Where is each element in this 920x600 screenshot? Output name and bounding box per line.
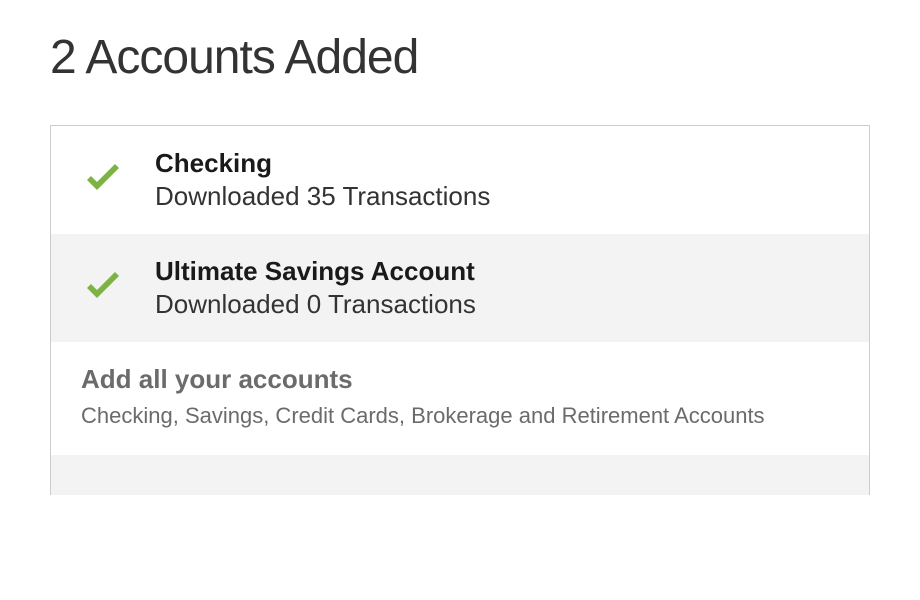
account-status: Downloaded 35 Transactions — [155, 181, 490, 212]
checkmark-icon — [81, 264, 125, 313]
account-info: Ultimate Savings Account Downloaded 0 Tr… — [155, 256, 476, 320]
panel-strip — [51, 455, 869, 495]
account-name: Ultimate Savings Account — [155, 256, 476, 287]
page-title: 2 Accounts Added — [50, 30, 870, 85]
account-info: Checking Downloaded 35 Transactions — [155, 148, 490, 212]
account-row: Ultimate Savings Account Downloaded 0 Tr… — [51, 234, 869, 342]
checkmark-icon — [81, 156, 125, 205]
account-row: Checking Downloaded 35 Transactions — [51, 126, 869, 234]
accounts-panel: Checking Downloaded 35 Transactions Ulti… — [50, 125, 870, 495]
account-name: Checking — [155, 148, 490, 179]
add-all-accounts-section[interactable]: Add all your accounts Checking, Savings,… — [51, 342, 869, 455]
account-status: Downloaded 0 Transactions — [155, 289, 476, 320]
add-all-title: Add all your accounts — [81, 364, 839, 395]
add-all-subtitle: Checking, Savings, Credit Cards, Brokera… — [81, 403, 839, 429]
